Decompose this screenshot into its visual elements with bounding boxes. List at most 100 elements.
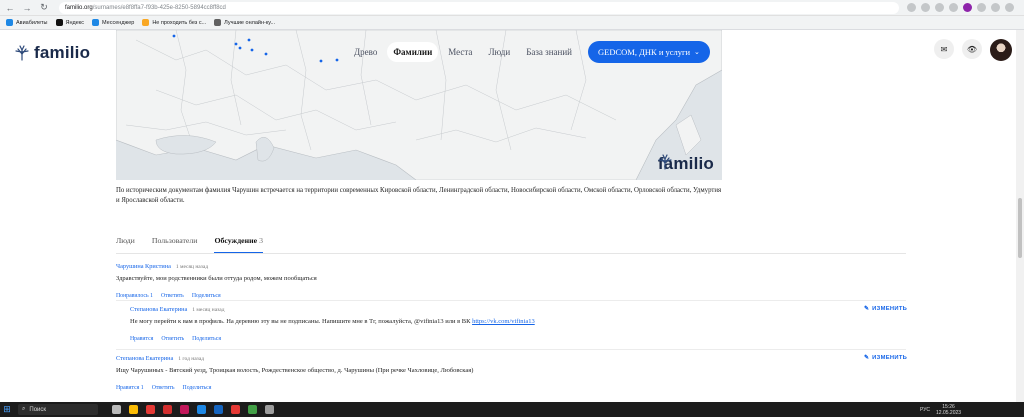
content-tabs: Люди Пользователи Обсуждение 3 (116, 236, 263, 254)
media-icon[interactable] (146, 405, 155, 414)
star-icon[interactable] (949, 3, 958, 12)
forward-icon[interactable]: → (20, 1, 34, 15)
nav-item-knowledge-base[interactable]: База знаний (520, 42, 578, 62)
clock[interactable]: 15:26 12.05.2023 (936, 404, 961, 416)
pencil-icon: ✎ (864, 306, 870, 312)
nav-item-places[interactable]: Места (442, 42, 478, 62)
nav-item-surnames[interactable]: Фамилии (387, 42, 439, 62)
reply-button[interactable]: Ответить (161, 336, 184, 342)
app-icon[interactable] (231, 405, 240, 414)
tab-users[interactable]: Пользователи (152, 236, 198, 254)
gedcom-button-label: GEDCOM, ДНК и услуги (598, 47, 691, 57)
bookmark-icon (142, 19, 150, 26)
task-view-icon[interactable] (112, 405, 121, 414)
zoom-icon[interactable] (907, 3, 916, 12)
share-button[interactable]: Поделиться (192, 336, 221, 342)
bookmark-icon (6, 19, 13, 26)
chevron-down-icon: ⌄ (694, 48, 700, 56)
bookmark-item[interactable]: Лучшие онлайн-ку... (214, 19, 275, 26)
vscode-icon[interactable] (197, 405, 206, 414)
comment-text: Ищу Чарушиных - Вятский уезд, Троицкая в… (116, 367, 474, 374)
comment-author[interactable]: Степанова Екатерина (116, 355, 173, 362)
word-icon[interactable] (214, 405, 223, 414)
share-button[interactable]: Поделиться (192, 293, 221, 299)
tab-discussion[interactable]: Обсуждение 3 (214, 236, 263, 254)
comment-time: 1 год назад (178, 356, 205, 362)
taskbar-search[interactable]: ⌕ Поиск (18, 404, 98, 415)
avatar[interactable] (990, 39, 1012, 61)
windows-start-icon[interactable]: ⊞ (0, 402, 14, 417)
comment-divider (116, 300, 906, 301)
share-button[interactable]: Поделиться (183, 385, 212, 391)
browser-extensions (907, 3, 1014, 12)
bookmark-item[interactable]: Мессенджер (92, 19, 134, 26)
reply-button[interactable]: Ответить (152, 385, 175, 391)
tabs-divider (116, 253, 906, 254)
scrollbar-thumb[interactable] (1018, 198, 1022, 258)
taskbar-apps (112, 405, 274, 414)
bookmark-item[interactable]: Не проходить без с... (142, 19, 206, 26)
reply-button[interactable]: Ответить (161, 293, 184, 299)
menu-icon[interactable] (1005, 3, 1014, 12)
bookmark-item[interactable]: Яндекс (55, 19, 84, 26)
comment-time: 1 месяц назад (175, 264, 209, 270)
back-icon[interactable]: ← (3, 1, 17, 15)
comment-item: Чарушина Кристина 1 месяц назад Здравств… (116, 263, 816, 299)
chrome-icon[interactable] (129, 405, 138, 414)
vk-profile-link[interactable]: https://vk.com/vifinia13 (472, 318, 535, 325)
header-actions: ✉ 👁 (934, 39, 1012, 61)
nav-item-tree[interactable]: Древо (348, 42, 383, 62)
windows-taskbar: ⊞ ⌕ Поиск РУС 15:26 12.05.2023 (0, 402, 1024, 417)
nav-item-people[interactable]: Люди (482, 42, 516, 62)
app-icon[interactable] (248, 405, 257, 414)
comment-time: 1 месяц назад (192, 307, 225, 313)
url-path: /surnames/e8f8ffa7-f93b-425e-8250-5894cc… (92, 4, 226, 11)
like-button[interactable]: Нравится 1 (116, 385, 144, 391)
comment-item: Степанова Екатерина 1 год назад Ищу Чару… (116, 355, 856, 391)
like-button[interactable]: Понравилось 1 (116, 293, 153, 299)
hints-icon[interactable]: 👁 (962, 39, 982, 59)
edit-comment-button[interactable]: ✎ ИЗМЕНИТЬ (864, 306, 907, 312)
share-icon[interactable] (935, 3, 944, 12)
mail-icon[interactable]: ✉ (934, 39, 954, 59)
familio-logo-icon (15, 45, 29, 61)
reload-icon[interactable]: ↻ (37, 1, 51, 15)
comment-author[interactable]: Чарушина Кристина (116, 263, 171, 270)
comment-author[interactable]: Степанова Екатерина (130, 306, 187, 313)
discussion-count: 3 (259, 236, 263, 245)
like-button[interactable]: Нравится (130, 336, 153, 342)
app-icon[interactable] (265, 405, 274, 414)
translate-icon[interactable] (921, 3, 930, 12)
bookmark-icon (55, 19, 63, 26)
edit-comment-button[interactable]: ✎ ИЗМЕНИТЬ (864, 355, 907, 361)
language-indicator[interactable]: РУС (920, 407, 930, 413)
search-icon: ⌕ (22, 406, 26, 412)
logo-text: familio (34, 43, 91, 62)
bookmark-icon (92, 19, 100, 26)
gedcom-services-button[interactable]: GEDCOM, ДНК и услуги ⌄ (588, 41, 710, 63)
opera-icon[interactable] (163, 405, 172, 414)
url-host: familio.org (65, 4, 93, 11)
map-watermark: familio (658, 154, 714, 174)
page-scrollbar[interactable] (1016, 30, 1024, 402)
profile-icon[interactable] (991, 3, 1000, 12)
address-bar[interactable]: familio.org/surnames/e8f8ffa7-f93b-425e-… (59, 1, 899, 14)
tab-people[interactable]: Люди (116, 236, 135, 254)
main-nav: Древо Фамилии Места Люди База знаний GED… (348, 41, 710, 63)
site-logo[interactable]: familio (15, 43, 90, 63)
comment-divider (116, 349, 906, 350)
pencil-icon: ✎ (864, 355, 870, 361)
surname-description: По историческим документам фамилия Чаруш… (116, 187, 722, 204)
bookmark-item[interactable]: Авиабилеты (6, 19, 48, 26)
bookmark-icon (214, 19, 222, 26)
familio-logo-icon (658, 154, 672, 170)
browser-toolbar: ← → ↻ familio.org/surnames/e8f8ffa7-f93b… (0, 0, 1024, 16)
sidebar-icon[interactable] (977, 3, 986, 12)
extension-icon[interactable] (963, 3, 972, 12)
bookmarks-bar: Авиабилеты Яндекс Мессенджер Не проходит… (0, 16, 1024, 30)
comment-text: Здравствуйте, мои родственники были отту… (116, 275, 317, 282)
site-header: familio Древо Фамилии Места Люди База зн… (0, 30, 1024, 75)
comment-text: Не могу перейти к вам в профиль. На дере… (130, 318, 535, 325)
pocket-icon[interactable] (180, 405, 189, 414)
system-tray: РУС 15:26 12.05.2023 (920, 402, 961, 417)
